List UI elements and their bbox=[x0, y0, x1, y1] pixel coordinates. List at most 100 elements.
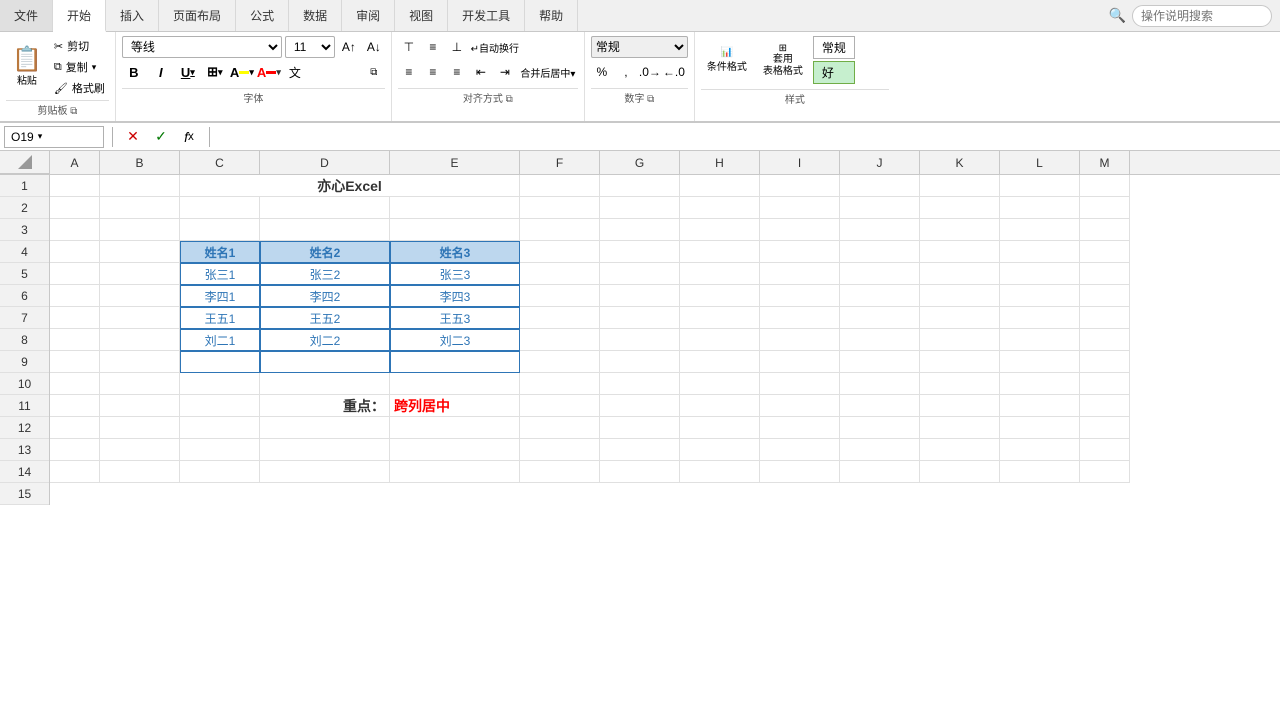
cell-A12[interactable] bbox=[50, 417, 100, 439]
search-input[interactable] bbox=[1132, 5, 1272, 27]
cell-C4[interactable]: 姓名1 bbox=[180, 241, 260, 263]
cell-C3[interactable] bbox=[180, 219, 260, 241]
decrease-font-button[interactable]: A↓ bbox=[363, 36, 385, 58]
cell-F11[interactable] bbox=[520, 395, 600, 417]
cell-H11[interactable] bbox=[680, 395, 760, 417]
cell-A9[interactable] bbox=[50, 351, 100, 373]
cell-A1[interactable] bbox=[50, 175, 100, 197]
normal-style-button[interactable]: 常规 bbox=[813, 36, 855, 59]
cell-A3[interactable] bbox=[50, 219, 100, 241]
row-num-8[interactable]: 8 bbox=[0, 329, 49, 351]
col-header-B[interactable]: B bbox=[100, 151, 180, 174]
cell-J13[interactable] bbox=[840, 439, 920, 461]
row-num-12[interactable]: 12 bbox=[0, 417, 49, 439]
cell-I11[interactable] bbox=[760, 395, 840, 417]
cell-J6[interactable] bbox=[840, 285, 920, 307]
col-header-D[interactable]: D bbox=[260, 151, 390, 174]
cell-C9[interactable] bbox=[180, 351, 260, 373]
paste-button[interactable]: 📋 粘贴 bbox=[6, 36, 48, 98]
cancel-formula-button[interactable]: ✕ bbox=[121, 126, 145, 148]
cell-E3[interactable] bbox=[390, 219, 520, 241]
row-num-10[interactable]: 10 bbox=[0, 373, 49, 395]
cell-H10[interactable] bbox=[680, 373, 760, 395]
cell-E13[interactable] bbox=[390, 439, 520, 461]
underline-dropdown[interactable]: ▾ bbox=[190, 67, 195, 78]
cell-F9[interactable] bbox=[520, 351, 600, 373]
cell-E4[interactable]: 姓名3 bbox=[390, 241, 520, 263]
cell-K4[interactable] bbox=[920, 241, 1000, 263]
cell-I4[interactable] bbox=[760, 241, 840, 263]
cell-F14[interactable] bbox=[520, 461, 600, 483]
cell-F12[interactable] bbox=[520, 417, 600, 439]
tab-review[interactable]: 审阅 bbox=[342, 0, 395, 31]
cell-J4[interactable] bbox=[840, 241, 920, 263]
cell-K2[interactable] bbox=[920, 197, 1000, 219]
col-header-E[interactable]: E bbox=[390, 151, 520, 174]
conditional-format-button[interactable]: 📊 条件格式 bbox=[701, 43, 753, 77]
cell-I7[interactable] bbox=[760, 307, 840, 329]
cell-J1[interactable] bbox=[840, 175, 920, 197]
font-size-select[interactable]: 11 bbox=[285, 36, 335, 58]
cell-E6[interactable]: 李四3 bbox=[390, 285, 520, 307]
cell-L6[interactable] bbox=[1000, 285, 1080, 307]
number-expand-icon[interactable]: ⧉ bbox=[647, 94, 654, 105]
cell-L7[interactable] bbox=[1000, 307, 1080, 329]
col-header-A[interactable]: A bbox=[50, 151, 100, 174]
cell-B1[interactable] bbox=[100, 175, 180, 197]
cell-I12[interactable] bbox=[760, 417, 840, 439]
cell-M10[interactable] bbox=[1080, 373, 1130, 395]
good-style-button[interactable]: 好 bbox=[813, 61, 855, 84]
cell-M3[interactable] bbox=[1080, 219, 1130, 241]
row-num-7[interactable]: 7 bbox=[0, 307, 49, 329]
format-painter-button[interactable]: 🖌 格式刷 bbox=[50, 78, 109, 98]
row-num-4[interactable]: 4 bbox=[0, 241, 49, 263]
cell-J14[interactable] bbox=[840, 461, 920, 483]
cell-D7[interactable]: 王五2 bbox=[260, 307, 390, 329]
cell-H8[interactable] bbox=[680, 329, 760, 351]
cell-F7[interactable] bbox=[520, 307, 600, 329]
row-num-9[interactable]: 9 bbox=[0, 351, 49, 373]
cell-M5[interactable] bbox=[1080, 263, 1130, 285]
cell-I5[interactable] bbox=[760, 263, 840, 285]
cell-J3[interactable] bbox=[840, 219, 920, 241]
cell-A6[interactable] bbox=[50, 285, 100, 307]
cell-F13[interactable] bbox=[520, 439, 600, 461]
cell-M13[interactable] bbox=[1080, 439, 1130, 461]
cell-H3[interactable] bbox=[680, 219, 760, 241]
cell-H2[interactable] bbox=[680, 197, 760, 219]
col-header-F[interactable]: F bbox=[520, 151, 600, 174]
cell-G13[interactable] bbox=[600, 439, 680, 461]
tab-file[interactable]: 文件 bbox=[0, 0, 53, 31]
cut-button[interactable]: ✂ 剪切 bbox=[50, 36, 109, 56]
increase-decimal-button[interactable]: .0→ bbox=[639, 61, 661, 83]
cell-G9[interactable] bbox=[600, 351, 680, 373]
col-header-G[interactable]: G bbox=[600, 151, 680, 174]
cell-G6[interactable] bbox=[600, 285, 680, 307]
tab-insert[interactable]: 插入 bbox=[106, 0, 159, 31]
cell-G3[interactable] bbox=[600, 219, 680, 241]
tab-data[interactable]: 数据 bbox=[289, 0, 342, 31]
col-header-I[interactable]: I bbox=[760, 151, 840, 174]
cell-H1[interactable] bbox=[680, 175, 760, 197]
cell-E5[interactable]: 张三3 bbox=[390, 263, 520, 285]
align-center-button[interactable]: ≡ bbox=[422, 61, 444, 83]
cell-B12[interactable] bbox=[100, 417, 180, 439]
comma-button[interactable]: , bbox=[615, 61, 637, 83]
phonetic-button[interactable]: 文 bbox=[284, 61, 306, 83]
cell-A2[interactable] bbox=[50, 197, 100, 219]
cell-C6[interactable]: 李四1 bbox=[180, 285, 260, 307]
cell-L3[interactable] bbox=[1000, 219, 1080, 241]
cell-M14[interactable] bbox=[1080, 461, 1130, 483]
cell-L2[interactable] bbox=[1000, 197, 1080, 219]
cell-K6[interactable] bbox=[920, 285, 1000, 307]
cell-M11[interactable] bbox=[1080, 395, 1130, 417]
col-header-K[interactable]: K bbox=[920, 151, 1000, 174]
row-num-15[interactable]: 15 bbox=[0, 483, 49, 505]
confirm-formula-button[interactable]: ✓ bbox=[149, 126, 173, 148]
cell-E7[interactable]: 王五3 bbox=[390, 307, 520, 329]
cell-D6[interactable]: 李四2 bbox=[260, 285, 390, 307]
cell-G4[interactable] bbox=[600, 241, 680, 263]
align-bottom-button[interactable]: ⊥ bbox=[446, 36, 468, 58]
cell-F6[interactable] bbox=[520, 285, 600, 307]
cell-K14[interactable] bbox=[920, 461, 1000, 483]
